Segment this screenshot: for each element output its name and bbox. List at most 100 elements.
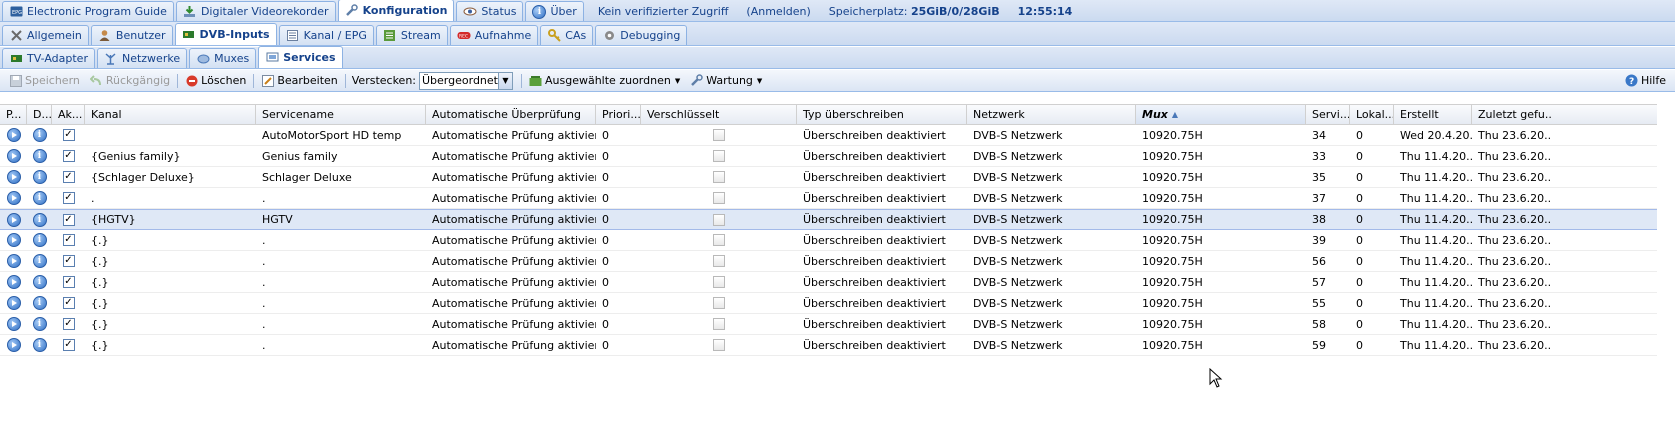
tab-dvr[interactable]: Digitaler Videorekorder [175, 1, 336, 21]
enabled-checkbox[interactable]: ✓ [62, 318, 75, 330]
encrypted-checkbox[interactable] [713, 255, 725, 267]
col-local[interactable]: Lokal... [1350, 105, 1394, 124]
encrypted-checkbox[interactable] [713, 339, 725, 351]
hide-select[interactable]: Übergeordnet d ▼ [419, 71, 513, 90]
encrypted-checkbox[interactable] [713, 150, 725, 162]
col-kanal[interactable]: Kanal [85, 105, 256, 124]
tab-aufnahme[interactable]: REC Aufnahme [449, 25, 539, 45]
tab-services[interactable]: Services [258, 46, 343, 68]
cell-last-seen: Thu 23.6.20... [1478, 296, 1551, 310]
col-priority[interactable]: Priori... [596, 105, 641, 124]
tab-cas[interactable]: CAs [540, 25, 594, 45]
play-icon[interactable] [6, 317, 21, 331]
enabled-checkbox[interactable]: ✓ [62, 255, 75, 267]
info-icon[interactable]: i [32, 275, 47, 289]
col-auto-check[interactable]: Automatische Überprüfung [426, 105, 596, 124]
tab-benutzer[interactable]: Benutzer [90, 25, 173, 45]
info-icon[interactable]: i [32, 254, 47, 268]
info-icon[interactable]: i [32, 317, 47, 331]
col-type-override[interactable]: Typ überschreiben [797, 105, 967, 124]
delete-button[interactable]: Löschen [180, 72, 251, 90]
enabled-checkbox[interactable]: ✓ [62, 171, 75, 183]
encrypted-checkbox[interactable] [713, 276, 725, 288]
enabled-checkbox[interactable]: ✓ [62, 213, 75, 226]
col-enabled[interactable]: Ak... [52, 105, 85, 124]
encrypted-checkbox[interactable] [713, 192, 725, 204]
encrypted-checkbox[interactable] [713, 318, 725, 330]
play-icon[interactable] [6, 233, 21, 247]
info-icon[interactable]: i [32, 191, 47, 205]
col-details[interactable]: D... [27, 105, 52, 124]
play-icon[interactable] [6, 128, 21, 142]
enabled-checkbox[interactable]: ✓ [62, 339, 75, 351]
tab-netzwerke[interactable]: Netzwerke [96, 48, 188, 68]
info-icon[interactable]: i [32, 296, 47, 310]
col-encrypted[interactable]: Verschlüsselt [641, 105, 797, 124]
info-icon[interactable]: i [32, 170, 47, 184]
login-link[interactable]: (Anmelden) [746, 5, 810, 18]
maintenance-button[interactable]: Wartung ▼ [685, 72, 767, 90]
play-icon[interactable] [6, 191, 21, 205]
table-row[interactable]: i ✓ AutoMotorSport HD temp Automatische Prü… [0, 125, 1657, 146]
tab-tv-adapter[interactable]: TV-Adapter [2, 48, 95, 68]
col-last-seen[interactable]: Zuletzt gefu... [1472, 105, 1551, 124]
play-icon[interactable] [6, 275, 21, 289]
col-mux[interactable]: Mux ▲ [1136, 105, 1306, 124]
play-icon[interactable] [6, 149, 21, 163]
tab-kanal-epg[interactable]: Kanal / EPG [278, 25, 374, 45]
undo-button[interactable]: Rückgängig [85, 72, 175, 90]
info-icon[interactable]: i [32, 149, 47, 163]
play-icon[interactable] [6, 254, 21, 268]
assign-selected-button[interactable]: Ausgewählte zuordnen ▼ [524, 72, 685, 90]
tab-dvb-inputs[interactable]: DVB-Inputs [174, 23, 277, 45]
table-row[interactable]: i ✓ {Genius family} Genius family Automatisc… [0, 146, 1657, 167]
enabled-checkbox[interactable]: ✓ [62, 192, 75, 204]
tab-muxes[interactable]: Muxes [189, 48, 257, 68]
encrypted-checkbox[interactable] [713, 234, 725, 246]
encrypted-checkbox[interactable] [713, 297, 725, 309]
info-icon[interactable]: i [32, 338, 47, 352]
enabled-checkbox[interactable]: ✓ [62, 297, 75, 309]
edit-button[interactable]: Bearbeiten [256, 72, 342, 90]
tab-stream[interactable]: Stream [375, 25, 448, 45]
table-row[interactable]: i ✓ {.}. Automatische Prüfung aktiviert 0 Übe… [0, 251, 1657, 272]
antenna-icon [104, 52, 118, 66]
enabled-checkbox[interactable]: ✓ [62, 150, 75, 162]
info-icon[interactable]: i [32, 233, 47, 247]
tab-epg[interactable]: EPG Electronic Program Guide [2, 1, 174, 21]
table-row[interactable]: i ✓ {.}. Automatische Prüfung aktiviert 0 Übe… [0, 314, 1657, 335]
play-icon[interactable] [6, 170, 21, 184]
encrypted-checkbox[interactable] [713, 213, 725, 226]
table-row[interactable]: i ✓ {HGTV} HGTV Automatische Prüfung aktivie… [0, 209, 1657, 230]
info-icon[interactable]: i [32, 212, 47, 227]
col-play[interactable]: P... [0, 105, 27, 124]
enabled-checkbox[interactable]: ✓ [62, 276, 75, 288]
save-button[interactable]: Speichern [4, 72, 85, 90]
tab-allgemein[interactable]: Allgemein [2, 25, 89, 45]
tab-ueber[interactable]: i Über [525, 1, 584, 21]
help-button[interactable]: ? Hilfe [1620, 72, 1671, 90]
tab-debugging[interactable]: Debugging [595, 25, 688, 45]
table-row[interactable]: i ✓ {.}. Automatische Prüfung aktiviert 0 Übe… [0, 293, 1657, 314]
play-icon[interactable] [6, 296, 21, 310]
table-row[interactable]: i ✓ {.}. Automatische Prüfung aktiviert 0 Übe… [0, 335, 1657, 356]
tab-label: Electronic Program Guide [27, 5, 167, 18]
col-service-id[interactable]: Servi... [1306, 105, 1350, 124]
table-row[interactable]: i ✓ {.}. Automatische Prüfung aktiviert 0 Übe… [0, 272, 1657, 293]
table-row[interactable]: i ✓.. Automatische Prüfung aktiviert 0 Übers… [0, 188, 1657, 209]
chevron-down-icon[interactable]: ▼ [498, 72, 512, 89]
play-icon[interactable] [6, 212, 21, 227]
encrypted-checkbox[interactable] [713, 171, 725, 183]
table-row[interactable]: i ✓ {Schlager Deluxe} Schlager Deluxe Automa… [0, 167, 1657, 188]
col-servicename[interactable]: Servicename [256, 105, 426, 124]
col-network[interactable]: Netzwerk [967, 105, 1136, 124]
enabled-checkbox[interactable]: ✓ [62, 129, 75, 141]
play-icon[interactable] [6, 338, 21, 352]
encrypted-checkbox[interactable] [713, 129, 725, 141]
tab-konfiguration[interactable]: Konfiguration [337, 0, 455, 21]
enabled-checkbox[interactable]: ✓ [62, 234, 75, 246]
tab-status[interactable]: Status [456, 1, 524, 21]
col-created[interactable]: Erstellt [1394, 105, 1472, 124]
info-icon[interactable]: i [32, 128, 47, 142]
table-row[interactable]: i ✓ {.}. Automatische Prüfung aktiviert 0 Übe… [0, 230, 1657, 251]
